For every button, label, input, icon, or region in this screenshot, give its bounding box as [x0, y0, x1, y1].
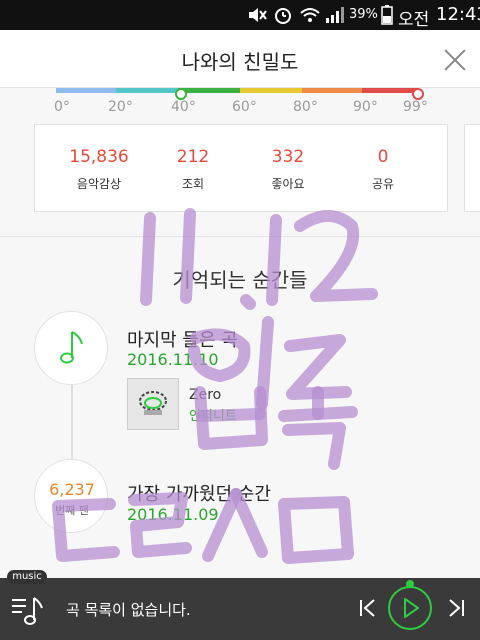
closest-moment-date: 2016.11.09: [127, 505, 219, 524]
last-song-circle: [34, 311, 108, 385]
stats-card: 15,836 음악감상 212 조회 332 좋아요 0 공유: [34, 124, 448, 212]
battery-icon: [380, 5, 394, 25]
alarm-icon: [272, 5, 294, 25]
header: 나와의 친밀도: [0, 30, 480, 88]
music-note-icon: [60, 331, 83, 364]
stat-label: 좋아요: [271, 177, 305, 191]
scale-segment: [178, 88, 240, 93]
battery-percent: 39%: [349, 7, 378, 22]
scale-segment: [240, 88, 302, 93]
scale-segment: [116, 88, 178, 93]
wifi-icon: [298, 5, 322, 25]
music-tag: music: [7, 570, 47, 584]
album-cover-image: [128, 379, 178, 429]
stat-likes: 332 좋아요: [238, 147, 338, 192]
app-screen: 39% 오전 12:43 나와의 친밀도 0° 20° 40° 60° 80° …: [0, 0, 480, 640]
divider: [0, 236, 480, 237]
play-button[interactable]: [388, 586, 432, 630]
stat-value: 15,836: [69, 147, 129, 167]
album-art[interactable]: [127, 378, 179, 430]
next-card-peek[interactable]: [464, 124, 480, 212]
scale-label: 0°: [54, 99, 70, 115]
last-song-date: 2016.11.10: [127, 350, 219, 369]
intimacy-scale: 0° 20° 40° 60° 80° 90° 99°: [0, 88, 480, 118]
scale-label: 99°: [403, 99, 428, 115]
closest-moment-title: 가장 가까웠던 순간: [127, 484, 271, 505]
scale-segment: [362, 88, 418, 93]
scale-segment: [302, 88, 362, 93]
scale-segment: [56, 88, 116, 93]
previous-icon: [360, 599, 375, 617]
stat-value: 332: [271, 147, 305, 167]
scale-label: 90°: [353, 99, 378, 115]
moments-title: 기억되는 순간들: [172, 268, 308, 292]
progress-dot[interactable]: [406, 580, 414, 588]
mini-player: 곡 목록이 없습니다.: [0, 578, 480, 640]
signal-icon: [324, 5, 346, 25]
status-bar: 39% 오전 12:43: [0, 0, 480, 30]
fan-rank-circle: 6,237 번째 팬: [34, 459, 108, 533]
fan-rank-label: 번째 팬: [55, 504, 89, 517]
playlist-icon: [12, 597, 43, 625]
stat-label: 음악감상: [76, 177, 122, 191]
scale-label: 80°: [293, 99, 318, 115]
stat-shares: 0 공유: [333, 147, 433, 192]
next-icon: [449, 599, 464, 617]
stat-label: 조회: [181, 177, 205, 191]
song-title[interactable]: Zero: [189, 387, 221, 403]
stat-value: 0: [377, 147, 389, 167]
stat-views: 212 조회: [143, 147, 243, 192]
clock-time: 12:43: [436, 4, 480, 25]
page-title: 나와의 친밀도: [181, 50, 299, 74]
stat-value: 212: [176, 147, 210, 167]
next-button[interactable]: [446, 598, 466, 618]
last-song-title: 마지막 들은 곡: [127, 330, 238, 351]
scale-label: 20°: [108, 99, 133, 115]
close-button[interactable]: [440, 45, 470, 75]
mute-icon: [246, 5, 268, 25]
fan-rank-value: 6,237: [49, 480, 95, 499]
previous-button[interactable]: [358, 598, 378, 618]
clock-ampm: 오전: [398, 10, 430, 30]
playlist-button[interactable]: [10, 592, 46, 628]
play-icon: [404, 598, 419, 618]
stat-listening: 15,836 음악감상: [49, 147, 149, 192]
song-artist[interactable]: 인피니트: [189, 405, 237, 424]
scale-label: 60°: [232, 99, 257, 115]
player-message: 곡 목록이 없습니다.: [66, 601, 191, 619]
scale-label: 40°: [171, 99, 196, 115]
stat-label: 공유: [371, 177, 395, 191]
